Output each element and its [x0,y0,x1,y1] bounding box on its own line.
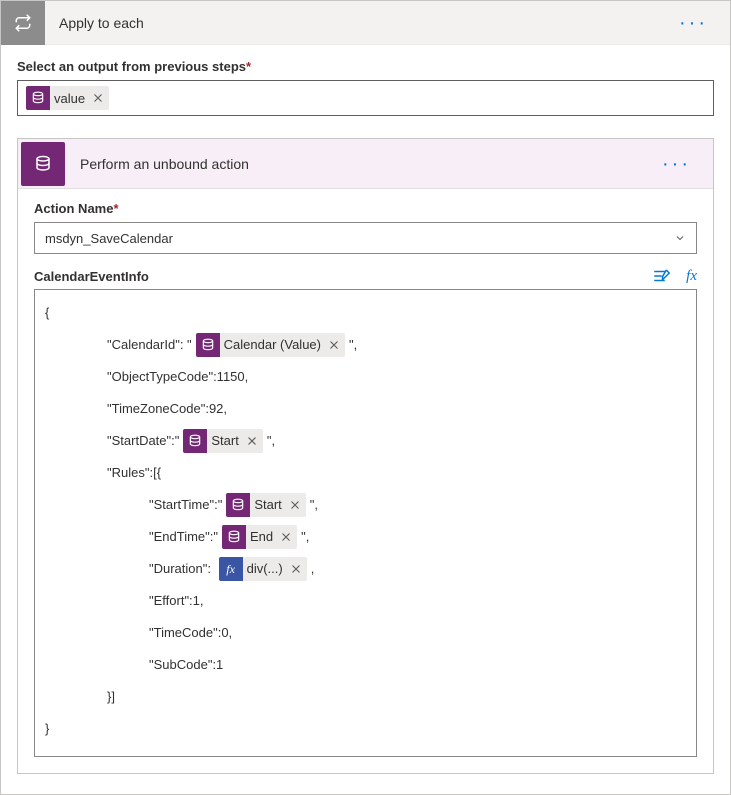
chevron-down-icon [674,232,686,244]
token-value-remove[interactable] [91,91,105,105]
action-name-select[interactable]: msdyn_SaveCalendar [34,222,697,254]
dataverse-icon [222,525,246,549]
token-duration-remove[interactable] [289,562,303,576]
expression-icon[interactable]: fx [686,268,697,285]
apply-to-each-menu-button[interactable]: ··· [675,9,712,37]
token-starttime[interactable]: Start [226,493,305,517]
dataverse-icon [226,493,250,517]
apply-to-each-header[interactable]: Apply to each ··· [1,1,730,45]
action-name-value: msdyn_SaveCalendar [45,231,173,246]
unbound-action-menu-button[interactable]: ··· [658,150,695,178]
token-starttime-remove[interactable] [288,498,302,512]
select-output-label: Select an output from previous steps* [17,59,714,74]
select-output-input[interactable]: value [17,80,714,116]
token-calendar[interactable]: Calendar (Value) [196,333,345,357]
unbound-action-header[interactable]: Perform an unbound action ··· [18,139,713,189]
unbound-action-card: Perform an unbound action ··· Action Nam… [17,138,714,774]
dataverse-icon [196,333,220,357]
dynamic-content-icon[interactable] [652,268,670,285]
action-name-label: Action Name* [34,201,697,216]
token-endtime-remove[interactable] [279,530,293,544]
token-endtime[interactable]: End [222,525,297,549]
apply-to-each-body: Select an output from previous steps* va… [1,45,730,794]
token-startdate[interactable]: Start [183,429,262,453]
fx-icon: fx [219,557,243,581]
token-startdate-remove[interactable] [245,434,259,448]
token-calendar-remove[interactable] [327,338,341,352]
unbound-action-body: Action Name* msdyn_SaveCalendar Calendar… [18,189,713,773]
calendar-event-info-label: CalendarEventInfo [34,269,149,284]
apply-to-each-title: Apply to each [45,15,675,31]
apply-to-each-card: Apply to each ··· Select an output from … [0,0,731,795]
token-value[interactable]: value [26,86,109,110]
dataverse-icon [26,86,50,110]
calendar-event-info-input[interactable]: { "CalendarId": " Calendar (Value) ", [34,289,697,757]
dataverse-action-icon [21,142,65,186]
unbound-action-title: Perform an unbound action [68,156,658,172]
token-value-label: value [54,91,85,106]
loop-icon [1,1,45,45]
dataverse-icon [183,429,207,453]
token-duration[interactable]: fx div(...) [219,557,307,581]
